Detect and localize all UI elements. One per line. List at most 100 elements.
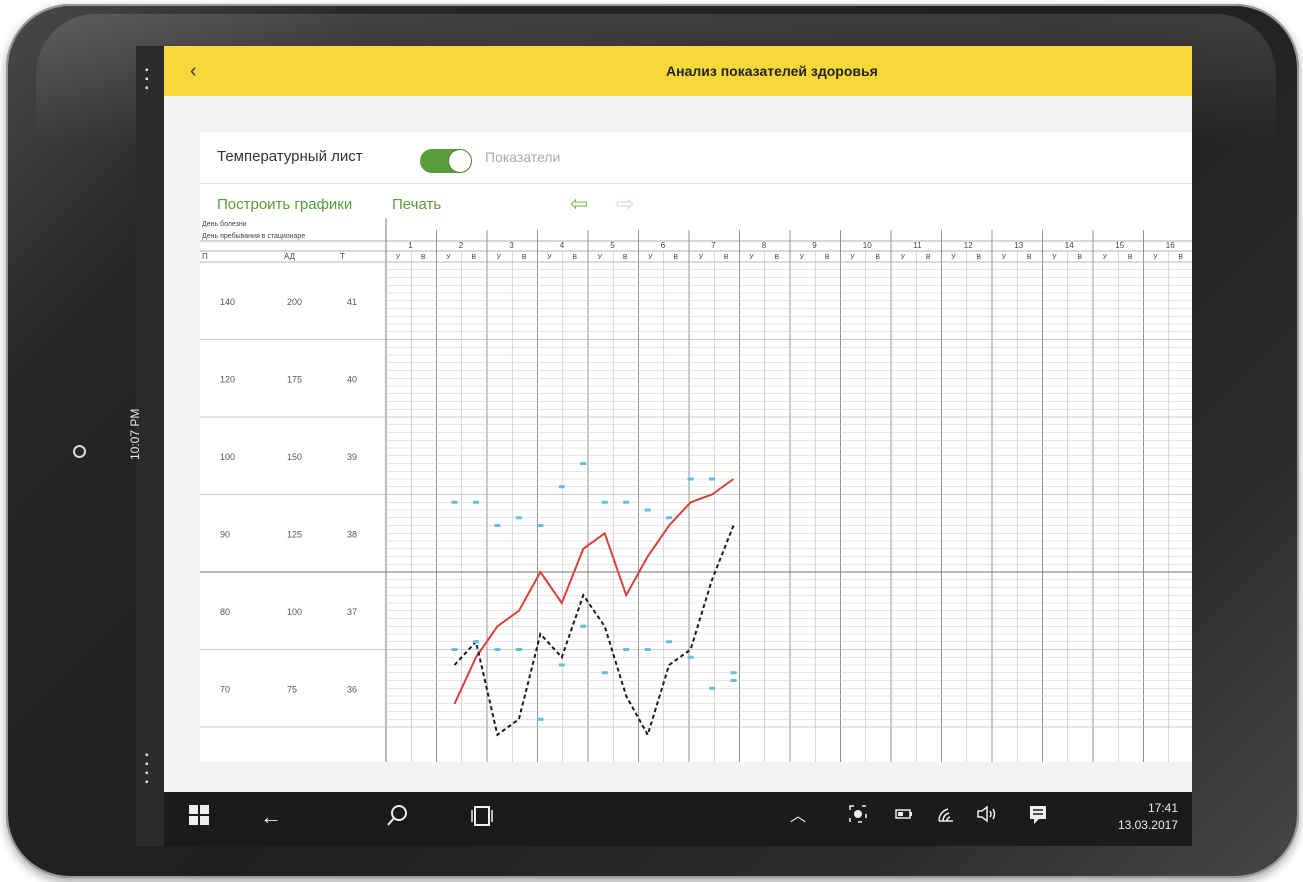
scale-t: 36: [347, 684, 357, 694]
wifi-icon[interactable]: [936, 804, 956, 830]
period-label: У: [1103, 254, 1108, 261]
series-point: [580, 462, 587, 465]
back-icon[interactable]: ‹: [190, 60, 197, 83]
series-point: [537, 717, 544, 721]
content-card: Температурный лист Показатели Построить …: [200, 132, 1192, 762]
series-point: [644, 508, 651, 512]
back-arrow-icon[interactable]: ←: [260, 804, 282, 830]
series-point: [472, 500, 479, 504]
period-label: В: [825, 254, 830, 261]
day-label: 11: [913, 241, 922, 250]
taskbar-clock[interactable]: 17:41 13.03.2017: [1118, 800, 1178, 834]
series-point: [472, 640, 479, 644]
day-label: 1: [408, 241, 413, 250]
scale-p: 70: [220, 684, 230, 694]
scale-ad: 200: [287, 297, 302, 307]
day-label: 10: [863, 241, 872, 250]
app-bar: ‹ Анализ показателей здоровья: [164, 46, 1192, 96]
series-point: [451, 500, 458, 504]
period-label: У: [547, 254, 552, 261]
day-label: 4: [560, 241, 565, 250]
task-view-icon[interactable]: [470, 804, 494, 834]
period-label: У: [648, 254, 653, 261]
period-label: У: [497, 254, 502, 261]
camera-icon[interactable]: [848, 804, 868, 830]
view-toggle[interactable]: [420, 149, 472, 173]
scale-p: 80: [220, 607, 230, 617]
taskbar: ← ︿ 17:41 13.03.2017: [164, 792, 1192, 846]
header-illness-day: День болезни: [202, 220, 247, 228]
action-center-icon[interactable]: [1028, 804, 1048, 832]
series-point: [494, 524, 501, 527]
day-label: 8: [762, 241, 767, 250]
next-arrow-icon[interactable]: ⇨: [616, 191, 634, 217]
period-label: В: [1027, 254, 1032, 261]
series-point: [558, 663, 565, 667]
scale-t: 38: [347, 529, 357, 539]
day-label: 2: [459, 241, 464, 250]
scale-t: 37: [347, 607, 357, 617]
period-label: В: [471, 254, 476, 261]
toggle-left-label: Температурный лист: [217, 148, 363, 165]
battery-icon[interactable]: [894, 804, 914, 830]
scale-t: 40: [347, 374, 357, 384]
period-label: У: [396, 254, 401, 261]
series-line: [453, 525, 735, 738]
scale-p: 100: [220, 452, 235, 462]
period-label: В: [875, 254, 880, 261]
period-label: В: [976, 254, 981, 261]
series-point: [451, 648, 458, 651]
series-point: [666, 516, 673, 520]
day-label: 14: [1065, 241, 1074, 250]
period-label: В: [1128, 254, 1133, 261]
side-time: 10:07 PM: [128, 408, 142, 460]
day-label: 9: [812, 241, 817, 250]
windows-icon[interactable]: [188, 804, 210, 832]
day-label: 3: [509, 241, 514, 250]
home-button-icon[interactable]: [73, 445, 86, 458]
period-label: В: [724, 254, 729, 261]
series-point: [687, 477, 694, 481]
period-label: В: [572, 254, 577, 261]
series-line: [453, 478, 735, 705]
prev-arrow-icon[interactable]: ⇦: [570, 191, 588, 217]
header-hospital-day: День пребывания в стационаре: [202, 232, 305, 240]
period-label: У: [800, 254, 805, 261]
axis-header: П: [202, 252, 208, 261]
screen: ‹ Анализ показателей здоровья Температур…: [164, 46, 1192, 846]
period-label: У: [446, 254, 451, 261]
series-point: [537, 524, 544, 527]
period-label: В: [421, 254, 426, 261]
axis-header: Т: [340, 252, 345, 261]
build-charts-button[interactable]: Построить графики: [217, 196, 352, 213]
period-label: У: [1153, 254, 1158, 261]
day-label: 7: [711, 241, 716, 250]
chevron-up-icon[interactable]: ︿: [790, 804, 806, 830]
period-label: У: [850, 254, 855, 261]
series-point: [644, 648, 651, 651]
scale-p: 90: [220, 529, 230, 539]
scale-ad: 150: [287, 452, 302, 462]
day-label: 5: [610, 241, 615, 250]
period-label: В: [673, 254, 678, 261]
scale-t: 41: [347, 297, 357, 307]
period-label: У: [1002, 254, 1007, 261]
series-point: [687, 655, 694, 659]
day-label: 12: [964, 241, 973, 250]
search-icon[interactable]: [386, 804, 408, 834]
series-point: [601, 500, 608, 504]
divider: [200, 183, 1192, 184]
series-point: [558, 485, 565, 489]
series-point: [515, 648, 522, 651]
grip-top-icon: ▪ ▪ ▪: [145, 65, 149, 94]
period-label: У: [598, 254, 603, 261]
series-point: [709, 477, 716, 481]
day-label: 15: [1115, 241, 1124, 250]
volume-icon[interactable]: [976, 804, 998, 830]
period-label: У: [901, 254, 906, 261]
series-point: [515, 516, 522, 520]
print-button[interactable]: Печать: [392, 196, 441, 213]
scale-ad: 75: [287, 684, 297, 694]
scale-t: 39: [347, 452, 357, 462]
scale-p: 140: [220, 297, 235, 307]
